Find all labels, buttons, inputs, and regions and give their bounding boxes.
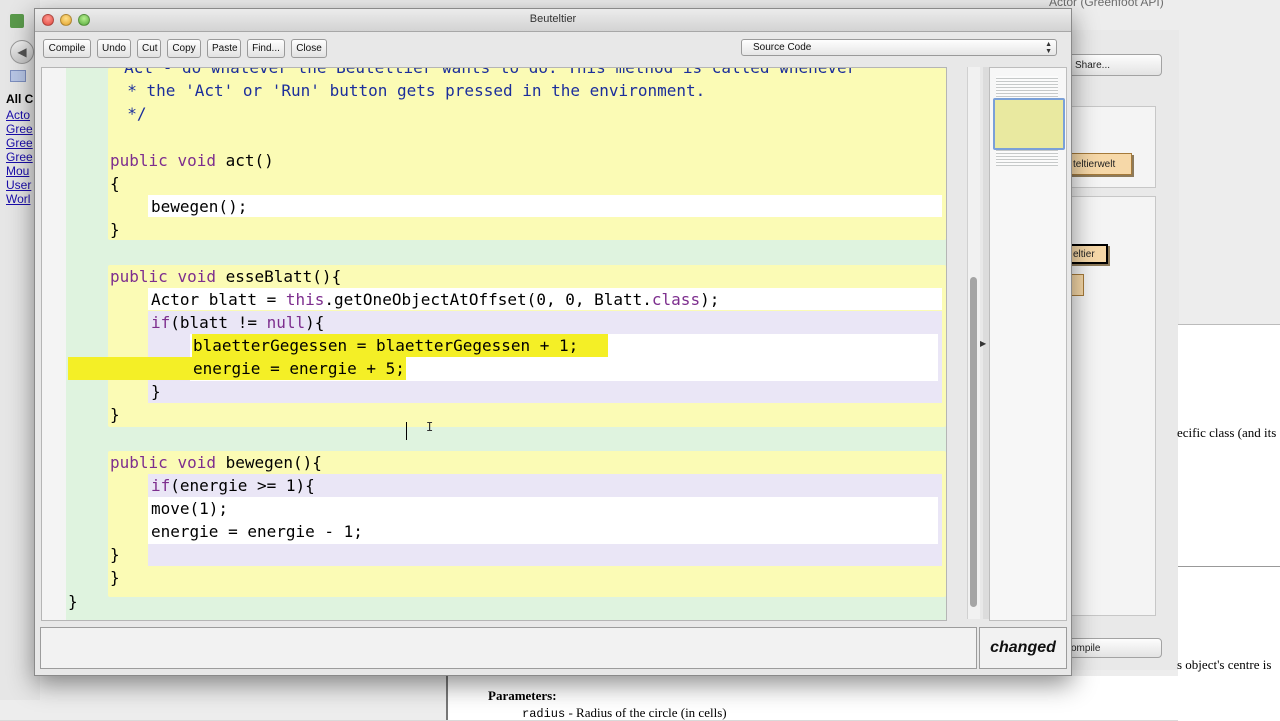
code-token: ){	[305, 313, 325, 332]
keyword: public	[110, 453, 168, 472]
api-class-link[interactable]: Acto	[6, 108, 36, 122]
view-selector[interactable]: Source Code ▲ ▼	[741, 39, 1057, 56]
code-line: public void act()	[110, 149, 274, 172]
class-beuteltier[interactable]: eltier	[1068, 244, 1108, 264]
block-scope	[148, 195, 942, 217]
api-class-link[interactable]: Gree	[6, 136, 36, 150]
title-bar[interactable]: Beuteltier	[35, 9, 1071, 32]
changed-indicator: changed	[979, 627, 1067, 669]
keyword: class	[651, 290, 701, 309]
api-doc-text: s object's centre is	[1177, 657, 1272, 672]
keyword: if	[151, 476, 171, 495]
api-params-heading: Parameters:	[488, 688, 557, 703]
compile-button[interactable]: Compile	[43, 39, 91, 58]
cut-button[interactable]: Cut	[137, 39, 161, 58]
keyword: void	[177, 453, 216, 472]
find-button[interactable]: Find...	[247, 39, 285, 58]
api-param-name: radius	[522, 707, 566, 721]
code-line: bewegen();	[151, 197, 248, 216]
code-token: esseBlatt(){	[215, 267, 342, 286]
editor-window: Beuteltier Compile Undo Cut Copy Paste F…	[34, 8, 1072, 676]
code-token: * the	[108, 81, 186, 100]
api-class-link[interactable]: Worl	[6, 192, 36, 206]
code-line: Act - do whatever the Beuteltier wants t…	[76, 67, 857, 77]
code-token: .getOneObjectAtOffset(0, 0, Blatt.	[324, 290, 652, 309]
class-beuteltierwelt[interactable]: teltierwelt	[1068, 153, 1132, 175]
api-doc-text: ecific class (and its	[1177, 425, 1277, 440]
code-line: blaetterGegessen = blaetterGegessen + 1;	[193, 336, 579, 355]
source-editor[interactable]: Act - do whatever the Beuteltier wants t…	[41, 67, 947, 621]
code-line: }	[110, 220, 120, 239]
api-class-list-heading: All C	[6, 92, 34, 106]
api-param-desc: - Radius of the circle (in cells)	[565, 705, 727, 720]
code-token: or	[233, 81, 272, 100]
code-token: 'Act'	[185, 81, 234, 100]
keyword: void	[177, 151, 216, 170]
code-line: if(energie >= 1){	[151, 474, 315, 497]
keyword: this	[285, 290, 325, 309]
window-title: Beuteltier	[529, 13, 577, 25]
text-cursor	[406, 422, 407, 440]
view-selector-value: Source Code	[753, 42, 812, 53]
code-line: * the 'Act' or 'Run' button gets pressed…	[108, 79, 705, 102]
code-line: move(1);	[151, 499, 229, 518]
code-line: if(blatt != null){	[151, 311, 324, 334]
code-line: energie = energie + 5;	[193, 359, 405, 378]
greenfoot-icon	[10, 14, 24, 28]
folder-icon[interactable]	[10, 70, 26, 82]
code-line: */	[108, 104, 147, 123]
code-token: (energie >= 1){	[170, 476, 315, 495]
updown-arrows-icon: ▲ ▼	[1045, 41, 1052, 55]
line-gutter	[42, 68, 66, 620]
api-class-list: All C Acto Gree Gree Gree Mou User Worl	[6, 92, 36, 206]
navigation-view[interactable]	[989, 67, 1067, 621]
code-token: bewegen(){	[215, 453, 322, 472]
keyword: if	[151, 313, 171, 332]
undo-button[interactable]: Undo	[97, 39, 131, 58]
editor-scrollbar[interactable]	[967, 67, 980, 619]
keyword: void	[177, 267, 216, 286]
api-param-radius: radius - Radius of the circle (in cells)	[522, 705, 727, 721]
paste-button[interactable]: Paste	[207, 39, 241, 58]
copy-button[interactable]: Copy	[167, 39, 201, 58]
code-token: Actor blatt =	[151, 290, 286, 309]
api-class-link[interactable]: Mou	[6, 164, 36, 178]
compile-button-main[interactable]: ompile	[1062, 638, 1162, 658]
editor-toolbar: Compile Undo Cut Copy Paste Find... Clos…	[35, 32, 1071, 64]
status-message	[40, 627, 977, 669]
minimap-viewport[interactable]	[993, 98, 1065, 150]
collapse-arrow-icon[interactable]: ▶	[980, 339, 986, 348]
code-line: }	[110, 568, 120, 587]
api-doc-separator	[1178, 566, 1280, 567]
code-token: (blatt !=	[170, 313, 267, 332]
code-token: button gets pressed in the environment.	[319, 81, 706, 100]
code-line: {	[110, 174, 120, 193]
code-line: }	[110, 405, 120, 424]
scrollbar-thumb[interactable]	[970, 277, 977, 607]
api-class-link[interactable]: Gree	[6, 150, 36, 164]
code-line: }	[68, 592, 78, 611]
code-token: 'Run'	[271, 81, 320, 100]
code-token: );	[700, 290, 720, 309]
share-button[interactable]: Share...	[1062, 54, 1162, 76]
ibeam-cursor-icon: I	[426, 420, 434, 434]
code-line: public void bewegen(){	[110, 451, 322, 474]
back-icon[interactable]: ◀	[10, 40, 34, 64]
api-class-link[interactable]: Gree	[6, 122, 36, 136]
code-line: }	[110, 545, 120, 564]
keyword: public	[110, 151, 168, 170]
code-line: }	[151, 382, 161, 401]
code-line: public void esseBlatt(){	[110, 265, 341, 288]
code-line: energie = energie - 1;	[151, 522, 363, 541]
keyword: null	[266, 313, 306, 332]
code-token: act()	[215, 151, 274, 170]
close-button[interactable]: Close	[291, 39, 327, 58]
api-class-link[interactable]: User	[6, 178, 36, 192]
code-line: Actor blatt = this.getOneObjectAtOffset(…	[151, 288, 719, 311]
keyword: public	[110, 267, 168, 286]
